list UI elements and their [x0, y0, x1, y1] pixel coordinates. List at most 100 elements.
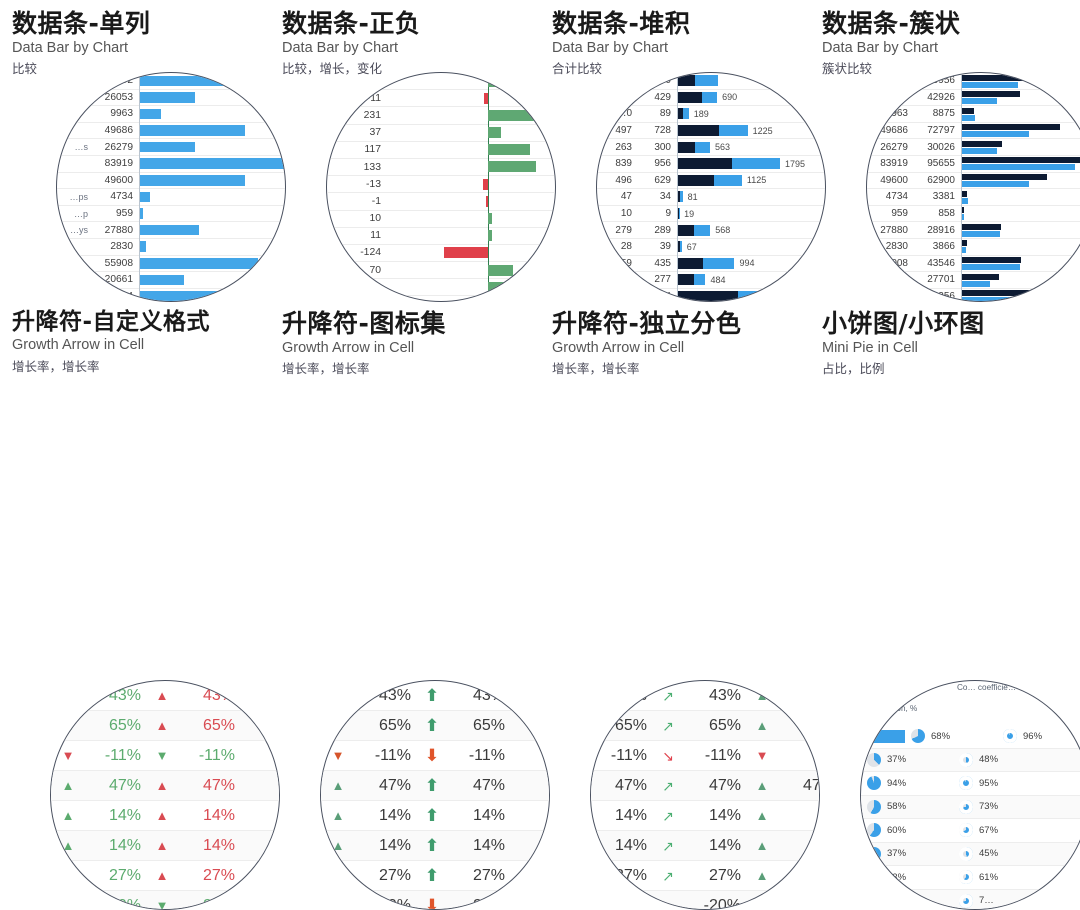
- table-row: 14%↗14%▲14: [591, 831, 820, 861]
- row-label-left: …59: [597, 258, 637, 269]
- triangle-up-icon: ▲: [145, 839, 179, 852]
- lens-viewport: ▲43%▲43%▲65%▲65%▼-11%▼-11%▲47%▲47%▲14%▲1…: [50, 680, 280, 910]
- donut-value: 61%: [979, 872, 998, 883]
- row-value: 300: [637, 142, 677, 153]
- bar-track: [389, 210, 556, 227]
- growth-value: 65%: [591, 717, 651, 735]
- panel-subtitle: Data Bar by Chart: [552, 41, 810, 57]
- pie-value: 94%: [887, 778, 906, 789]
- pie-cell: 37%: [861, 847, 953, 861]
- triangle-down-icon: ▼: [145, 899, 179, 910]
- growth-value: 14%: [85, 837, 145, 855]
- growth-value: 27%: [85, 867, 145, 885]
- growth-value: 47%: [591, 777, 651, 795]
- triangle-up-icon: ▲: [321, 869, 355, 882]
- donut-value: 45%: [979, 848, 998, 859]
- triangle-down-icon: ▼: [51, 899, 85, 910]
- bar-track: 1125: [677, 172, 826, 189]
- table-row: 37%48%: [861, 749, 1080, 773]
- row-label-left: 26279: [867, 142, 913, 153]
- bar-track: [389, 193, 556, 210]
- table-row: ▲27%⬆27%: [321, 861, 550, 891]
- table-row: ▲65%▲65%: [51, 711, 280, 741]
- row-value: 254: [327, 282, 389, 293]
- data-bar: [140, 175, 245, 186]
- growth-value: -20%: [85, 897, 145, 910]
- growth-value: 65%: [685, 717, 745, 735]
- row-value: 20661: [91, 274, 139, 285]
- stack-total: 189: [689, 109, 709, 119]
- triangle-up-icon: ▲: [51, 689, 85, 702]
- growth-value: 6: [779, 717, 820, 735]
- row-label-left: 4734: [867, 191, 913, 202]
- triangle-up-icon: ▲: [321, 779, 355, 792]
- icon-set-table: ▲43%⬆43%▲65%⬆65%▼-11%⬇-11%▲47%⬆47%▲14%⬆1…: [321, 681, 550, 910]
- table-row: 38%7…: [861, 890, 1080, 910]
- row-label-left: 2830: [867, 241, 913, 252]
- row-value: 70: [327, 265, 389, 276]
- cluster-bar-b: [962, 98, 997, 104]
- row-value: 2830: [91, 241, 139, 252]
- arrow-up-right-icon: ↗: [651, 689, 685, 703]
- row-value: 95655: [913, 158, 961, 169]
- row-label-left: 279: [597, 225, 637, 236]
- stack-total: 1795: [780, 159, 805, 169]
- stack-segment-1: [678, 158, 732, 169]
- lens-viewport: 168-1123137117133-13-11011-12470254: [326, 72, 556, 302]
- growth-value: 43%: [449, 687, 509, 705]
- row-value: 300: [637, 75, 677, 86]
- panel-growth-arrow-custom-format: 升降符-自定义格式 Growth Arrow in Cell 增长率，增长率 ▲…: [0, 300, 270, 611]
- row-value: 39: [637, 241, 677, 252]
- bar-track: 994: [677, 255, 826, 272]
- cluster-bar-a: [962, 240, 967, 246]
- table-row: -20%↘-20%▼: [591, 891, 820, 910]
- stack-total: 67: [682, 242, 697, 252]
- row-value: 49600: [91, 175, 139, 186]
- pie-table-header: Jobs potentially displaced by automation…: [861, 681, 1080, 725]
- bar-track: [389, 90, 556, 107]
- growth-value: 47%: [179, 777, 239, 795]
- bar-track: [139, 155, 286, 172]
- row-value: 59956: [913, 75, 961, 86]
- pie-value: 60%: [887, 825, 906, 836]
- growth-value: 14%: [179, 837, 239, 855]
- bar-track: [139, 106, 286, 123]
- growth-value: 47%: [355, 777, 415, 795]
- panel-note: 比较: [12, 62, 270, 76]
- row-value: 289: [637, 225, 677, 236]
- row-value: 277: [637, 274, 677, 285]
- cluster-bar-a: [962, 141, 1002, 147]
- bar-track: [139, 272, 286, 289]
- triangle-up-icon: ▲: [321, 839, 355, 852]
- row-value: 858: [913, 208, 961, 219]
- stack-segment-2: [703, 258, 735, 269]
- row-label-left: …963: [867, 108, 913, 119]
- table-row: 60%67%: [861, 819, 1080, 843]
- panel-note: 增长率，增长率: [12, 360, 270, 374]
- pie-chart-icon: [911, 729, 925, 743]
- growth-value: 27%: [355, 867, 415, 885]
- panel-note: 比较，增长，变化: [282, 62, 540, 76]
- stack-segment-1: [678, 142, 695, 153]
- cluster-bar-b: [962, 231, 1000, 237]
- donut-value: 48%: [979, 754, 998, 765]
- pie-value: 58%: [887, 801, 906, 812]
- panel-title: 数据条-正负: [282, 10, 540, 38]
- bar-track: [139, 189, 286, 206]
- stack-segment-1: [678, 274, 694, 285]
- cluster-bar-b: [962, 82, 1018, 88]
- pie-chart-icon: [867, 823, 881, 837]
- table-row: ▲14%▲14%: [51, 831, 280, 861]
- lens-viewport: 4190226053996349686…s262798391949600…ps4…: [56, 72, 286, 302]
- positive-bar: [488, 230, 492, 241]
- panel-subtitle: Data Bar by Chart: [822, 41, 1080, 57]
- triangle-up-icon: ▲: [145, 719, 179, 732]
- arrow-up-icon: ⬆: [415, 837, 449, 854]
- growth-value: 14%: [355, 837, 415, 855]
- growth-value: -11%: [355, 747, 415, 765]
- row-value: 62900: [913, 175, 961, 186]
- row-value: 42926: [913, 92, 961, 103]
- cluster-bar-a: [962, 191, 967, 197]
- table-row: ▼-11%⬇-11%: [321, 741, 550, 771]
- lens-viewport: ▲43%⬆43%▲65%⬆65%▼-11%⬇-11%▲47%⬆47%▲14%⬆1…: [320, 680, 550, 910]
